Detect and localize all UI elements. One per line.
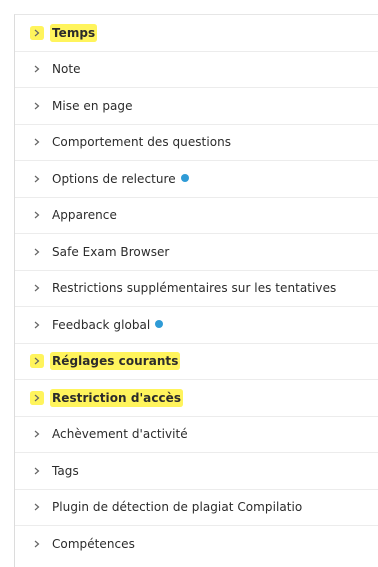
section-restrictions-supplementaires[interactable]: Restrictions supplémentaires sur les ten… [15, 271, 378, 307]
section-label: Safe Exam Browser [52, 244, 170, 259]
section-label: Tags [52, 463, 79, 478]
chevron-right-icon [32, 247, 42, 257]
chevron-right-icon [32, 174, 42, 184]
chevron-right-icon [32, 64, 42, 74]
section-label: Réglages courants [52, 354, 179, 369]
section-achevement-d-activite[interactable]: Achèvement d'activité [15, 417, 378, 453]
info-icon[interactable] [155, 319, 164, 328]
section-feedback-global[interactable]: Feedback global [15, 307, 378, 344]
section-note[interactable]: Note [15, 52, 378, 88]
settings-panel: Temps Note Mise en page Comportement des… [14, 14, 378, 567]
section-comportement-des-questions[interactable]: Comportement des questions [15, 125, 378, 161]
section-label: Achèvement d'activité [52, 427, 188, 442]
section-reglages-courants[interactable]: Réglages courants [15, 344, 378, 380]
chevron-right-icon [32, 429, 42, 439]
section-label: Note [52, 62, 81, 77]
chevron-right-icon [32, 210, 42, 220]
section-label: Restrictions supplémentaires sur les ten… [52, 281, 337, 296]
section-apparence[interactable]: Apparence [15, 198, 378, 234]
chevron-right-icon [32, 502, 42, 512]
section-label: Options de relecture [52, 171, 176, 186]
chevron-right-icon [32, 539, 42, 549]
chevron-right-icon [32, 392, 42, 403]
section-label: Feedback global [52, 317, 151, 332]
chevron-right-icon [32, 466, 42, 476]
chevron-right-icon [32, 356, 42, 367]
chevron-right-icon [32, 101, 42, 111]
section-safe-exam-browser[interactable]: Safe Exam Browser [15, 234, 378, 271]
section-label: Compétences [52, 537, 135, 552]
section-mise-en-page[interactable]: Mise en page [15, 88, 378, 125]
chevron-right-icon [32, 320, 42, 330]
section-label: Plugin de détection de plagiat Compilati… [52, 500, 303, 515]
section-label: Mise en page [52, 98, 133, 113]
chevron-right-icon [32, 27, 42, 38]
section-restriction-d-acces[interactable]: Restriction d'accès [15, 380, 378, 417]
settings-section-list: Temps Note Mise en page Comportement des… [15, 15, 378, 563]
section-competences[interactable]: Compétences [15, 526, 378, 563]
section-temps[interactable]: Temps [15, 15, 378, 52]
section-label: Apparence [52, 208, 117, 223]
chevron-right-icon [32, 283, 42, 293]
section-label: Temps [52, 25, 96, 40]
chevron-right-icon [32, 137, 42, 147]
section-options-de-relecture[interactable]: Options de relecture [15, 161, 378, 198]
info-icon[interactable] [180, 173, 189, 182]
section-plugin-compilatio[interactable]: Plugin de détection de plagiat Compilati… [15, 490, 378, 526]
section-label: Restriction d'accès [52, 390, 182, 405]
section-tags[interactable]: Tags [15, 453, 378, 490]
section-label: Comportement des questions [52, 135, 232, 150]
